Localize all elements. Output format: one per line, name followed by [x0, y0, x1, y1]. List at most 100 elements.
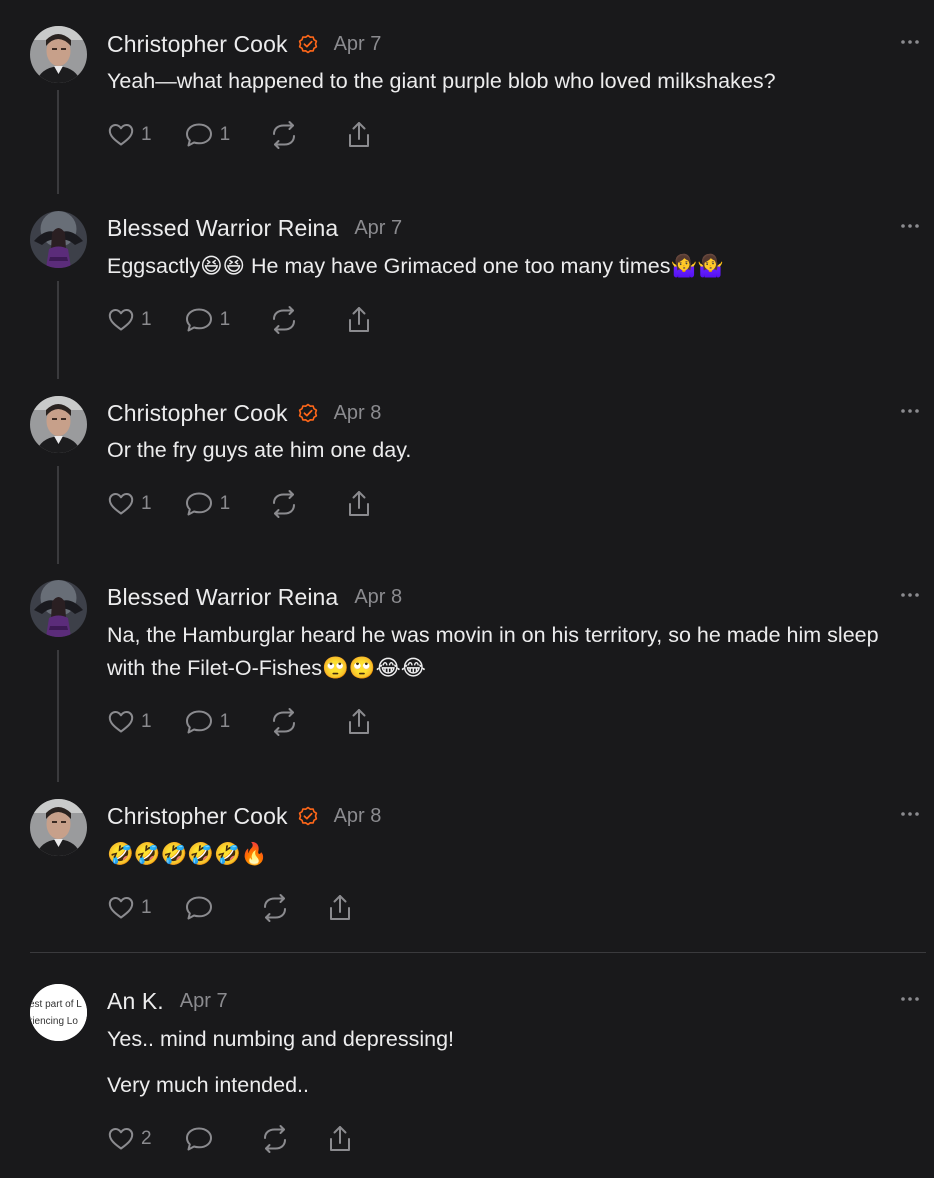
- avatar-blessed-warrior-reina[interactable]: [30, 211, 87, 268]
- like-count: 1: [141, 493, 152, 514]
- author-name[interactable]: Blessed Warrior Reina: [107, 584, 338, 611]
- comment-date[interactable]: Apr 7: [334, 33, 382, 56]
- share-button[interactable]: [345, 707, 373, 737]
- author-name[interactable]: An K.: [107, 988, 164, 1015]
- thread-line: [57, 281, 59, 379]
- avatar-text-line-2: riencing Lo: [30, 1016, 78, 1027]
- comment-header: Blessed Warrior Reina Apr 8: [107, 582, 402, 612]
- comment-actions: 1 1: [107, 707, 373, 737]
- comment-header: Christopher Cook Apr 7: [107, 29, 381, 59]
- restack-button[interactable]: [260, 1124, 290, 1154]
- restack-icon: [263, 894, 286, 922]
- reply-button[interactable]: [184, 894, 214, 922]
- more-dots-icon[interactable]: [900, 994, 920, 1004]
- comment-date[interactable]: Apr 7: [180, 990, 228, 1013]
- heart-icon: [108, 493, 134, 515]
- restack-icon: [273, 121, 296, 149]
- avatar-christopher-cook[interactable]: [30, 396, 87, 453]
- comment-text: Na, the Hamburglar heard he was movin in…: [107, 623, 879, 680]
- like-button[interactable]: 1: [107, 894, 152, 922]
- author-name[interactable]: Christopher Cook: [107, 400, 288, 427]
- restack-button[interactable]: [269, 305, 299, 335]
- heart-icon: [108, 124, 134, 146]
- restack-button[interactable]: [269, 489, 299, 519]
- comment-body: Yeah—what happened to the giant purple b…: [107, 65, 922, 98]
- restack-button[interactable]: [269, 707, 299, 737]
- comment-text: 🤣🤣🤣🤣🤣🔥: [107, 842, 268, 866]
- like-button[interactable]: 1: [107, 708, 152, 736]
- like-count: 1: [141, 309, 152, 330]
- more-dots-icon[interactable]: [900, 37, 920, 47]
- reply-button[interactable]: 1: [184, 306, 231, 334]
- like-button[interactable]: 1: [107, 306, 152, 334]
- comment-text: Eggsactly😆😆 He may have Grimaced one too…: [107, 254, 724, 278]
- share-button[interactable]: [326, 893, 354, 923]
- reply-button[interactable]: 1: [184, 490, 230, 518]
- share-icon: [349, 307, 370, 332]
- comment-body: Or the fry guys ate him one day.: [107, 434, 922, 467]
- comment-body: 🤣🤣🤣🤣🤣🔥: [107, 838, 922, 871]
- restack-icon: [273, 708, 296, 736]
- author-name[interactable]: Blessed Warrior Reina: [107, 215, 338, 242]
- thread-line: [57, 466, 59, 564]
- comment-actions: 1 1: [107, 305, 373, 335]
- heart-icon: [108, 897, 134, 919]
- like-button[interactable]: 2: [107, 1125, 152, 1153]
- comment-text: Very much intended..: [107, 1073, 309, 1097]
- more-dots-icon[interactable]: [900, 809, 920, 819]
- share-button[interactable]: [345, 305, 373, 335]
- share-button[interactable]: [345, 120, 373, 150]
- avatar-blessed-warrior-reina[interactable]: [30, 580, 87, 637]
- comment-header: Blessed Warrior Reina Apr 7: [107, 213, 402, 243]
- author-name[interactable]: Christopher Cook: [107, 803, 288, 830]
- restack-button[interactable]: [269, 120, 299, 150]
- reply-count: 1: [219, 124, 231, 145]
- share-icon: [329, 1126, 350, 1151]
- comment-body: Na, the Hamburglar heard he was movin in…: [107, 619, 922, 685]
- comment-header: Christopher Cook Apr 8: [107, 801, 381, 831]
- like-count: 1: [141, 124, 152, 145]
- comment-text: Yeah—what happened to the giant purple b…: [107, 69, 776, 93]
- reply-button[interactable]: 1: [184, 121, 231, 149]
- comment-actions: 1 1: [107, 489, 373, 519]
- comment-date[interactable]: Apr 8: [334, 402, 382, 425]
- speech-bubble-icon: [185, 710, 212, 734]
- reply-button[interactable]: [184, 1125, 214, 1153]
- comment-header: An K. Apr 7: [107, 986, 228, 1016]
- like-count: 2: [141, 1128, 152, 1149]
- reply-count: 1: [219, 309, 231, 330]
- restack-icon: [273, 306, 296, 334]
- avatar-christopher-cook[interactable]: [30, 26, 87, 83]
- comment-header: Christopher Cook Apr 8: [107, 398, 381, 428]
- avatar-christopher-cook[interactable]: [30, 799, 87, 856]
- avatar-an-k[interactable]: est part of L riencing Lo: [30, 984, 87, 1041]
- share-icon: [349, 709, 370, 734]
- restack-button[interactable]: [260, 893, 290, 923]
- thread-line: [57, 90, 59, 194]
- share-button[interactable]: [326, 1124, 354, 1154]
- verified-check-icon: [298, 806, 317, 826]
- more-dots-icon[interactable]: [900, 590, 920, 600]
- like-button[interactable]: 1: [107, 121, 152, 149]
- speech-bubble-icon: [185, 896, 212, 920]
- comment-date[interactable]: Apr 7: [354, 217, 402, 240]
- reply-button[interactable]: 1: [184, 708, 230, 736]
- like-button[interactable]: 1: [107, 490, 152, 518]
- like-count: 1: [141, 711, 152, 732]
- thread-line: [57, 650, 59, 782]
- like-count: 1: [141, 897, 152, 918]
- share-icon: [349, 491, 370, 516]
- comment-date[interactable]: Apr 8: [354, 586, 402, 609]
- comment-actions: 2: [107, 1124, 354, 1154]
- speech-bubble-icon: [185, 123, 212, 147]
- comment-text: Or the fry guys ate him one day.: [107, 438, 412, 462]
- share-button[interactable]: [345, 489, 373, 519]
- more-dots-icon[interactable]: [900, 406, 920, 416]
- more-dots-icon[interactable]: [900, 221, 920, 231]
- comment-text: Yes.. mind numbing and depressing!: [107, 1027, 455, 1051]
- comment-date[interactable]: Apr 8: [334, 805, 382, 828]
- comment-body: Yes.. mind numbing and depressing! Very …: [107, 1023, 922, 1102]
- author-name[interactable]: Christopher Cook: [107, 31, 288, 58]
- thread-divider: [30, 952, 926, 953]
- comment-actions: 1 1: [107, 120, 373, 150]
